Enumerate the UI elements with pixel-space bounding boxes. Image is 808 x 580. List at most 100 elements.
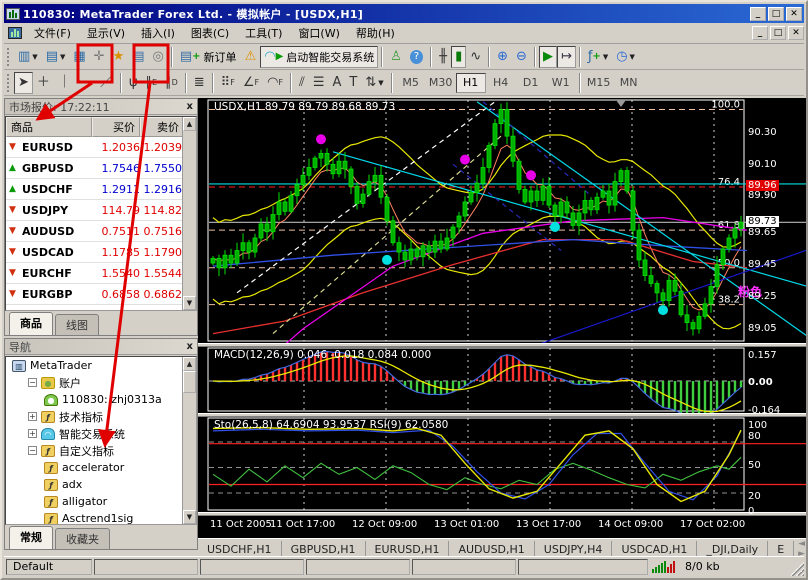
help-button[interactable]: ? — [406, 46, 427, 68]
crosshair-tool[interactable]: ＋ — [33, 72, 54, 94]
equidistant-channel-tool[interactable]: ∥E — [142, 72, 162, 94]
quote-row-EURUSD[interactable]: ▼EURUSD1.20361.2039 — [6, 137, 196, 158]
tree-item-7[interactable]: ƒadx — [6, 476, 196, 493]
period-button-M5[interactable]: M5 — [396, 73, 426, 93]
chart-shift-button[interactable]: ↦ — [557, 46, 576, 68]
bar-chart-mode-button[interactable]: ╫ — [435, 46, 451, 68]
parallel-lines-tool[interactable]: ⫽ — [295, 72, 309, 94]
fibo-grid-tool[interactable]: ⠿F — [217, 72, 239, 94]
strategy-tester-button[interactable]: ◎ — [149, 46, 168, 68]
navigator-scrollbar[interactable]: ▲ ▼ — [182, 357, 196, 524]
text-label-tool[interactable]: T — [345, 72, 361, 94]
line-chart-mode-button[interactable]: ∿ — [466, 46, 485, 68]
text-tool[interactable]: A — [329, 72, 346, 94]
expand-minus-icon[interactable]: − — [28, 378, 37, 387]
alert-icon[interactable]: ⚠ — [241, 46, 261, 68]
chart-area[interactable]: 100.076.461.850.038.2 11 Oct 200511 Oct … — [198, 98, 808, 538]
zoom-out-button[interactable]: ⊖ — [512, 46, 531, 68]
chart-tab-E[interactable]: E — [768, 541, 794, 558]
chart-tab-USDCHF,H1[interactable]: USDCHF,H1 — [198, 541, 282, 558]
menu-item-2[interactable]: 插入(I) — [133, 22, 183, 44]
quote-row-EURCHF[interactable]: ▼EURCHF1.55401.5544 — [6, 263, 196, 284]
zoom-in-button[interactable]: ⊕ — [493, 46, 512, 68]
cursor-tool[interactable]: ➤ — [14, 72, 33, 94]
menu-item-1[interactable]: 显示(V) — [79, 22, 133, 44]
menu-item-0[interactable]: 文件(F) — [26, 22, 79, 44]
horizontal-line-tool[interactable]: — — [75, 72, 96, 94]
terminal-button[interactable]: ▤ — [128, 46, 148, 68]
andrews-pitchfork-tool[interactable]: ψ — [125, 72, 142, 94]
period-button-M30[interactable]: M30 — [426, 73, 456, 93]
std-deviation-channel-tool[interactable]: ∥D — [161, 72, 182, 94]
market-watch-scrollbar[interactable]: ▲ ▼ — [182, 117, 196, 310]
scroll-down-icon[interactable]: ▼ — [183, 296, 196, 310]
tree-item-1[interactable]: −●账户 — [6, 374, 196, 391]
quote-row-GBPUSD[interactable]: ▲GBPUSD1.75461.7550 — [6, 158, 196, 179]
indicators-list-button[interactable]: ƒ+▼ — [584, 46, 612, 68]
tree-item-6[interactable]: ƒaccelerator — [6, 459, 196, 476]
navigator-close-icon[interactable]: x — [187, 341, 193, 352]
periods-menu-button[interactable]: ◷▼ — [612, 46, 639, 68]
tree-item-3[interactable]: +ƒ技术指标 — [6, 408, 196, 425]
vertical-line-tool[interactable]: ｜ — [54, 72, 75, 94]
chart-tab-AUDUSD,H1[interactable]: AUDUSD,H1 — [449, 541, 534, 558]
fibo-arc-tool[interactable]: ◠F — [263, 72, 287, 94]
chart-tab-USDCAD,H1[interactable]: USDCAD,H1 — [612, 541, 697, 558]
tree-item-0[interactable]: ▥MetaTrader — [6, 357, 196, 374]
period-button-H1[interactable]: H1 — [456, 73, 486, 93]
scroll-up-icon[interactable]: ▲ — [183, 117, 196, 131]
period-button-D1[interactable]: D1 — [516, 73, 546, 93]
tree-item-8[interactable]: ƒalligator — [6, 493, 196, 510]
quote-row-EURGBP[interactable]: ▼EURGBP0.68580.6862 — [6, 284, 196, 305]
chart-tab-EURUSD,H1[interactable]: EURUSD,H1 — [366, 541, 450, 558]
menu-item-5[interactable]: 窗口(W) — [290, 22, 347, 44]
expand-minus-icon[interactable]: − — [28, 446, 37, 455]
tree-item-2[interactable]: ●110830: zhj0313a — [6, 391, 196, 408]
close-button[interactable]: ✕ — [786, 7, 802, 21]
mdi-minimize-button[interactable]: _ — [752, 26, 768, 40]
expand-plus-icon[interactable]: + — [28, 429, 37, 438]
profiles-button[interactable]: ▤▼ — [42, 46, 70, 68]
ea-properties-button[interactable]: ♙ — [386, 46, 406, 68]
new-order-button[interactable]: ▤+新订单 — [176, 46, 241, 68]
scrollbar-thumb[interactable] — [183, 371, 196, 393]
period-button-W1[interactable]: W1 — [546, 73, 576, 93]
menu-item-6[interactable]: 帮助(H) — [348, 22, 403, 44]
column-header-0[interactable]: 商品 — [6, 117, 92, 137]
new-chart-button[interactable]: ▥▼ — [14, 46, 42, 68]
period-button-H4[interactable]: H4 — [486, 73, 516, 93]
navigator-tab-收藏夹[interactable]: 收藏夹 — [55, 528, 110, 549]
column-header-1[interactable]: 买价 — [92, 117, 140, 137]
main-price-chart[interactable]: 100.076.461.850.038.2 — [207, 98, 808, 343]
arrows-tool[interactable]: ⇅▼ — [361, 72, 387, 94]
stochastic-subchart[interactable] — [207, 417, 808, 512]
chart-tab-GBPUSD,H1[interactable]: GBPUSD,H1 — [282, 541, 366, 558]
chart-tab-_DJI,Daily[interactable]: _DJI,Daily — [697, 541, 768, 558]
menu-item-4[interactable]: 工具(T) — [237, 22, 290, 44]
navigator-button[interactable]: ★ — [109, 46, 129, 68]
scroll-up-icon[interactable]: ▲ — [183, 357, 196, 371]
column-header-2[interactable]: 卖价 — [140, 117, 184, 137]
period-button-M15[interactable]: M15 — [584, 73, 614, 93]
quote-row-USDJPY[interactable]: ▼USDJPY114.79114.82 — [6, 200, 196, 221]
expert-advisor-toggle[interactable]: ◠▶启动智能交易系统 — [260, 46, 378, 68]
chart-tab-USDJPY,H4[interactable]: USDJPY,H4 — [535, 541, 613, 558]
quote-row-USDCAD[interactable]: ▼USDCAD1.17851.1790 — [6, 242, 196, 263]
mdi-restore-button[interactable]: □ — [770, 26, 786, 40]
tree-item-5[interactable]: −ƒ自定义指标 — [6, 442, 196, 459]
quote-row-USDCHF[interactable]: ▲USDCHF1.29111.2916 — [6, 179, 196, 200]
period-button-MN[interactable]: MN — [614, 73, 644, 93]
mdi-close-button[interactable]: ✕ — [788, 26, 804, 40]
candlestick-mode-button[interactable]: ▮ — [451, 46, 466, 68]
market-watch-tab-商品[interactable]: 商品 — [9, 312, 53, 335]
quote-row-AUDUSD[interactable]: ▼AUDUSD0.75110.7516 — [6, 221, 196, 242]
minimize-button[interactable]: _ — [750, 7, 766, 21]
chart-mdi-icon[interactable] — [8, 27, 22, 39]
expand-plus-icon[interactable]: + — [28, 412, 37, 421]
maximize-button[interactable]: □ — [768, 7, 784, 21]
market-watch-tab-线图[interactable]: 线图 — [55, 314, 99, 335]
fibo-retracement-tool[interactable]: ≣ — [190, 72, 209, 94]
tree-item-9[interactable]: ƒAsctrend1sig — [6, 510, 196, 525]
market-watch-close-icon[interactable]: x — [187, 101, 193, 112]
market-watch-button[interactable]: ▦ — [69, 46, 89, 68]
